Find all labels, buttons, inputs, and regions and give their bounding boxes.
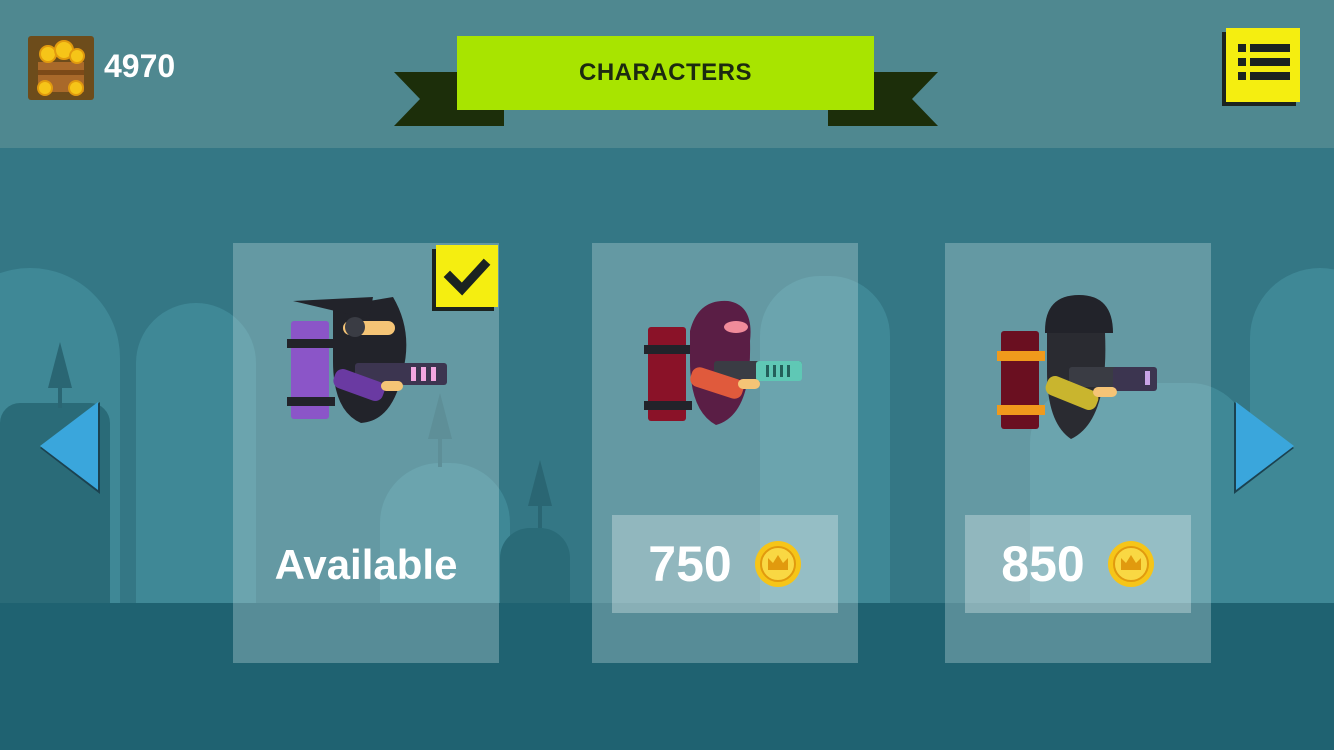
available-label: Available bbox=[274, 541, 458, 588]
next-arrow-button[interactable] bbox=[1232, 400, 1296, 496]
character-helmet-icon bbox=[997, 295, 1157, 439]
list-menu-icon bbox=[1238, 44, 1290, 80]
character-red-icon bbox=[644, 300, 802, 425]
arrow-right-icon bbox=[1234, 402, 1294, 494]
coin-count: 4970 bbox=[104, 48, 176, 84]
crown-coin-icon bbox=[1107, 541, 1154, 587]
character-purple-icon bbox=[287, 297, 447, 423]
price-label: 750 bbox=[648, 536, 732, 592]
buy-button[interactable]: 750 bbox=[612, 515, 838, 613]
menu-button[interactable] bbox=[1226, 28, 1300, 102]
character-card-1[interactable]: Available bbox=[233, 243, 499, 663]
character-card-2[interactable]: 750 bbox=[592, 243, 858, 663]
treasure-chest-icon bbox=[28, 36, 94, 100]
crown-coin-icon bbox=[754, 541, 801, 587]
arrow-left-icon bbox=[40, 402, 100, 494]
price-label: 850 bbox=[1001, 536, 1085, 592]
buy-button[interactable]: 850 bbox=[965, 515, 1191, 613]
page-title: CHARACTERS bbox=[457, 36, 874, 110]
previous-arrow-button[interactable] bbox=[38, 400, 102, 496]
character-card-3[interactable]: 850 bbox=[945, 243, 1211, 663]
